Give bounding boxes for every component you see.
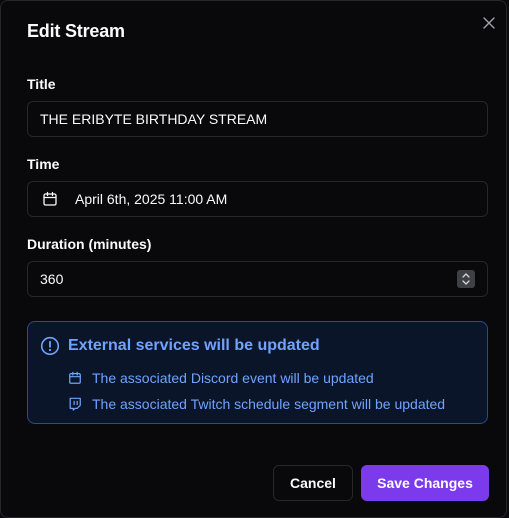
title-label: Title <box>27 76 56 92</box>
external-services-alert: External services will be updated The as… <box>27 321 488 424</box>
alert-title: External services will be updated <box>68 337 320 354</box>
time-value: April 6th, 2025 11:00 AM <box>75 191 228 207</box>
alert-item-discord: The associated Discord event will be upd… <box>68 370 374 386</box>
edit-stream-dialog: Edit Stream Title Time April 6th, 2025 1… <box>0 0 507 518</box>
twitch-icon <box>68 397 82 411</box>
info-circle-icon <box>40 336 60 356</box>
duration-input[interactable] <box>28 271 487 287</box>
save-changes-button[interactable]: Save Changes <box>361 465 489 501</box>
alert-item-text: The associated Twitch schedule segment w… <box>92 396 446 412</box>
title-field-wrapper <box>27 101 488 137</box>
title-input[interactable] <box>28 111 487 127</box>
close-button[interactable] <box>481 15 497 31</box>
calendar-icon <box>68 371 82 385</box>
alert-item-text: The associated Discord event will be upd… <box>92 370 374 386</box>
alert-item-twitch: The associated Twitch schedule segment w… <box>68 396 445 412</box>
time-label: Time <box>27 156 60 172</box>
cancel-button[interactable]: Cancel <box>273 465 353 501</box>
dialog-title: Edit Stream <box>27 21 125 41</box>
close-icon <box>483 17 495 29</box>
time-picker-button[interactable]: April 6th, 2025 11:00 AM <box>27 181 488 217</box>
duration-field-wrapper <box>27 261 488 297</box>
calendar-icon <box>42 191 58 207</box>
duration-stepper[interactable] <box>457 270 475 288</box>
stepper-arrows-icon <box>462 273 470 285</box>
duration-label: Duration (minutes) <box>27 236 152 252</box>
